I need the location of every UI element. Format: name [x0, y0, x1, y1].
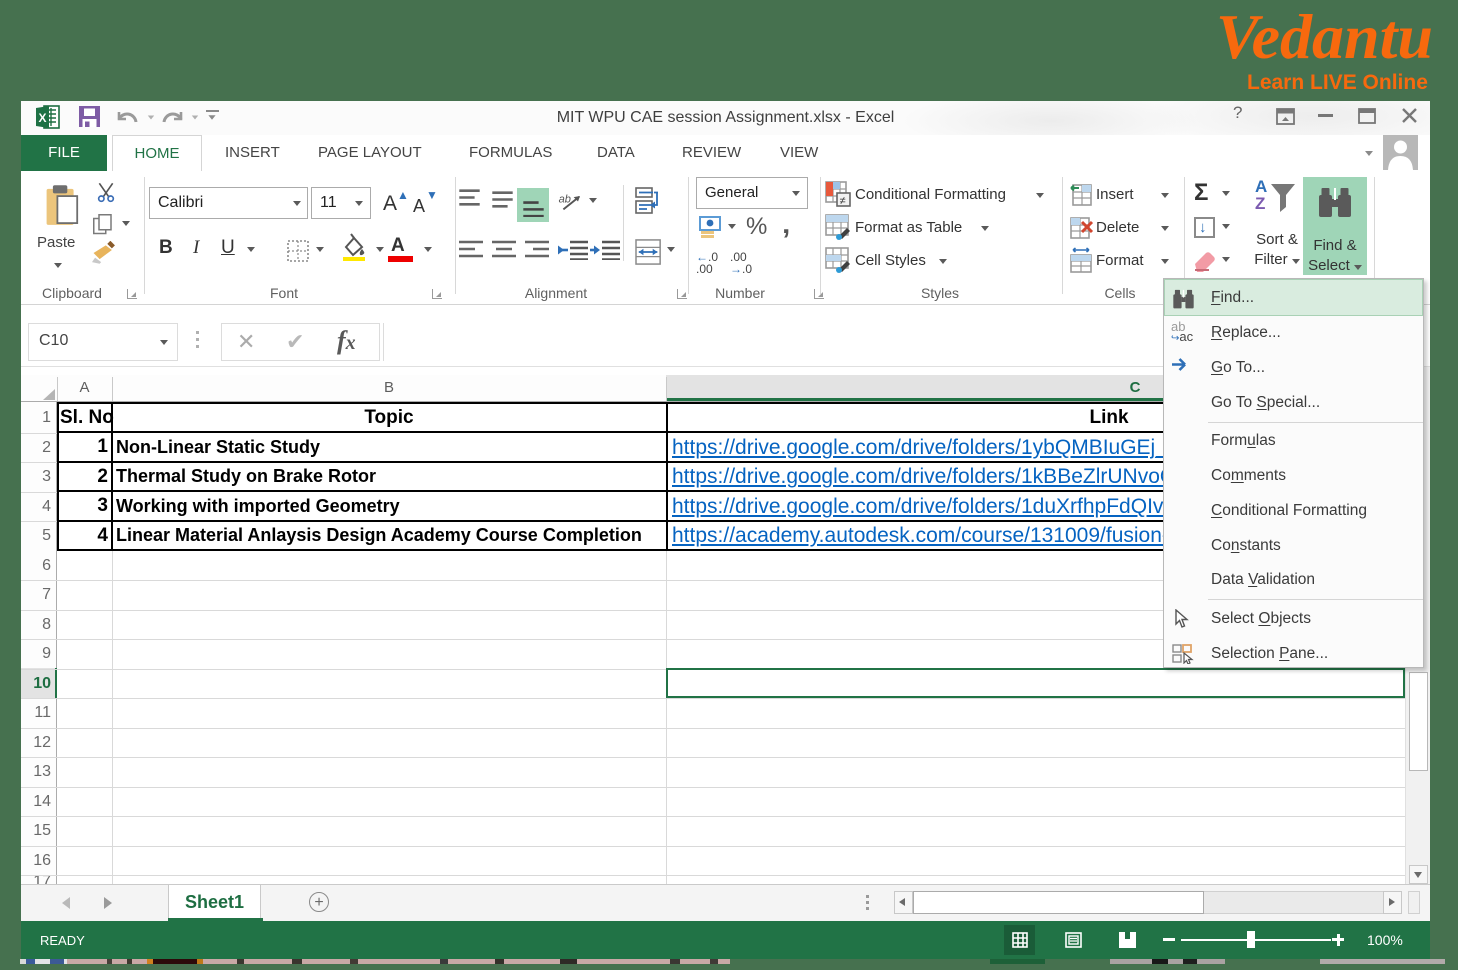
svg-text:≠: ≠ — [840, 195, 846, 207]
svg-text:ab: ab — [559, 193, 571, 205]
svg-text:X: X — [39, 111, 47, 125]
